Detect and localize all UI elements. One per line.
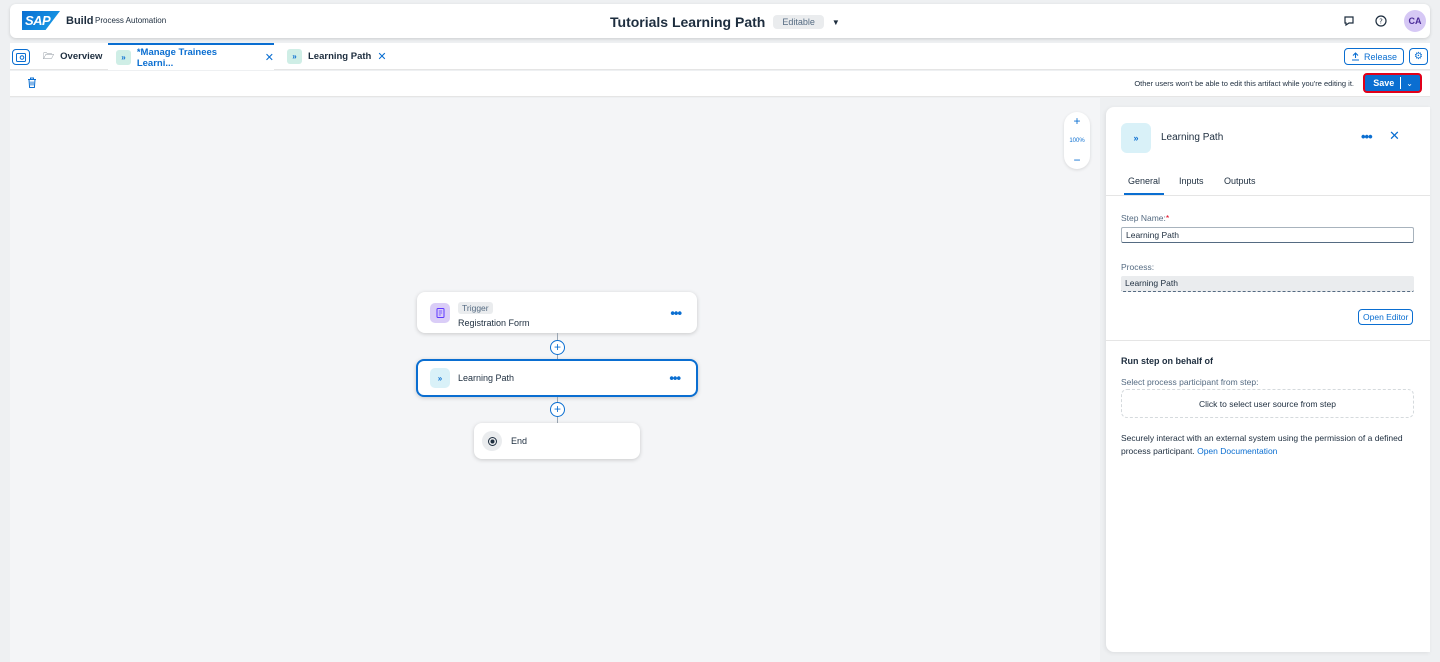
user-source-selector[interactable]: Click to select user source from step bbox=[1121, 389, 1414, 418]
tab-manage-trainees-label: *Manage Trainees Learni... bbox=[136, 46, 218, 69]
open-editor-button[interactable]: Open Editor bbox=[1358, 309, 1414, 325]
app-title-area: Tutorials Learning Path Editable ▼ bbox=[610, 12, 840, 32]
end-label: End bbox=[511, 436, 528, 446]
trigger-name: Registration Form bbox=[458, 317, 530, 328]
trigger-tag: Trigger bbox=[458, 301, 493, 314]
learning-path-node[interactable]: » Learning Path ••• bbox=[416, 359, 698, 397]
panel-close-icon[interactable]: ✕ bbox=[1389, 128, 1400, 144]
zoom-level[interactable]: 100% bbox=[1069, 138, 1084, 144]
properties-panel: » Learning Path ••• ✕ General Inputs Out… bbox=[1106, 107, 1430, 652]
editable-badge: Editable bbox=[773, 15, 824, 29]
tab-learning-path-label: Learning Path bbox=[308, 51, 372, 62]
tab-manage-trainees[interactable]: » *Manage Trainees Learni... ✕ bbox=[108, 43, 274, 70]
avatar[interactable]: CA bbox=[1404, 10, 1426, 32]
folder-icon: 🗁 bbox=[43, 50, 55, 61]
process-step-icon: » bbox=[287, 49, 302, 64]
add-step-icon[interactable]: + bbox=[550, 402, 565, 417]
on-behalf-description: Securely interact with an external syste… bbox=[1121, 433, 1403, 456]
add-step-icon[interactable]: + bbox=[550, 340, 565, 355]
edit-lock-notice: Other users won't be able to edit this a… bbox=[1134, 79, 1354, 88]
process-field: Learning Path bbox=[1121, 276, 1414, 292]
brand-name: Build bbox=[66, 15, 94, 27]
sap-logo[interactable]: SAP bbox=[22, 11, 60, 30]
shell-bar: SAP Build Process Automation Tutorials L… bbox=[10, 4, 1430, 38]
close-tab-icon[interactable]: ✕ bbox=[377, 50, 386, 63]
title-dropdown-icon[interactable]: ▼ bbox=[832, 18, 840, 27]
tab-overview-label: Overview bbox=[60, 51, 103, 62]
zoom-control: + 100% − bbox=[1064, 112, 1090, 169]
feedback-icon[interactable] bbox=[1340, 12, 1358, 30]
upload-icon bbox=[1351, 52, 1359, 61]
section-divider bbox=[1106, 340, 1430, 341]
shell-actions: ? CA bbox=[1340, 10, 1426, 32]
tab-inputs[interactable]: Inputs bbox=[1179, 176, 1204, 186]
close-tab-icon[interactable]: ✕ bbox=[265, 51, 274, 64]
svg-text:?: ? bbox=[1379, 18, 1383, 26]
learning-path-node-label: Learning Path bbox=[458, 373, 515, 383]
tab-general[interactable]: General bbox=[1123, 176, 1165, 195]
editor-toolbar: Other users won't be able to edit this a… bbox=[10, 71, 1430, 97]
end-event-icon bbox=[482, 431, 502, 451]
release-label: Release bbox=[1363, 51, 1397, 62]
form-icon bbox=[430, 302, 450, 323]
panel-title: Learning Path bbox=[1161, 132, 1224, 143]
product-name: Process Automation bbox=[95, 16, 167, 25]
tab-learning-path[interactable]: » Learning Path ✕ bbox=[287, 43, 387, 70]
subprocess-icon: » bbox=[1121, 123, 1151, 153]
tab-overview[interactable]: 🗁 Overview bbox=[43, 43, 102, 70]
navigation-toggle-icon[interactable] bbox=[12, 49, 30, 65]
delete-icon[interactable] bbox=[27, 77, 37, 91]
save-button[interactable]: Save bbox=[1367, 77, 1402, 89]
save-dropdown-icon[interactable]: ⌄ bbox=[1401, 79, 1418, 88]
process-label: Process: bbox=[1121, 262, 1155, 272]
more-options-icon[interactable]: ••• bbox=[670, 305, 682, 320]
end-node[interactable]: End bbox=[474, 423, 640, 459]
subprocess-icon: » bbox=[430, 368, 450, 388]
save-split-button[interactable]: Save ⌄ bbox=[1363, 73, 1422, 93]
run-on-behalf-title: Run step on behalf of bbox=[1121, 356, 1213, 366]
zoom-out-icon[interactable]: − bbox=[1073, 154, 1080, 166]
step-name-label: Step Name:* bbox=[1121, 213, 1170, 223]
zoom-in-icon[interactable]: + bbox=[1073, 115, 1080, 127]
select-participant-label: Select process participant from step: bbox=[1121, 377, 1259, 387]
open-documentation-link[interactable]: Open Documentation bbox=[1197, 446, 1277, 456]
more-options-icon[interactable]: ••• bbox=[669, 371, 681, 386]
tab-outputs[interactable]: Outputs bbox=[1224, 176, 1256, 186]
settings-gear-icon[interactable]: ⚙ bbox=[1409, 48, 1428, 65]
panel-tabs: General Inputs Outputs bbox=[1106, 167, 1430, 196]
app-title: Tutorials Learning Path bbox=[610, 14, 766, 30]
process-step-icon: » bbox=[116, 50, 131, 65]
step-name-input[interactable]: Learning Path bbox=[1121, 227, 1414, 243]
help-icon[interactable]: ? bbox=[1372, 12, 1390, 30]
release-button[interactable]: Release bbox=[1343, 48, 1404, 65]
trigger-node[interactable]: Trigger Registration Form ••• bbox=[417, 292, 697, 333]
tab-bar: 🗁 Overview » *Manage Trainees Learni... … bbox=[10, 43, 1430, 70]
panel-more-options-icon[interactable]: ••• bbox=[1361, 129, 1373, 144]
